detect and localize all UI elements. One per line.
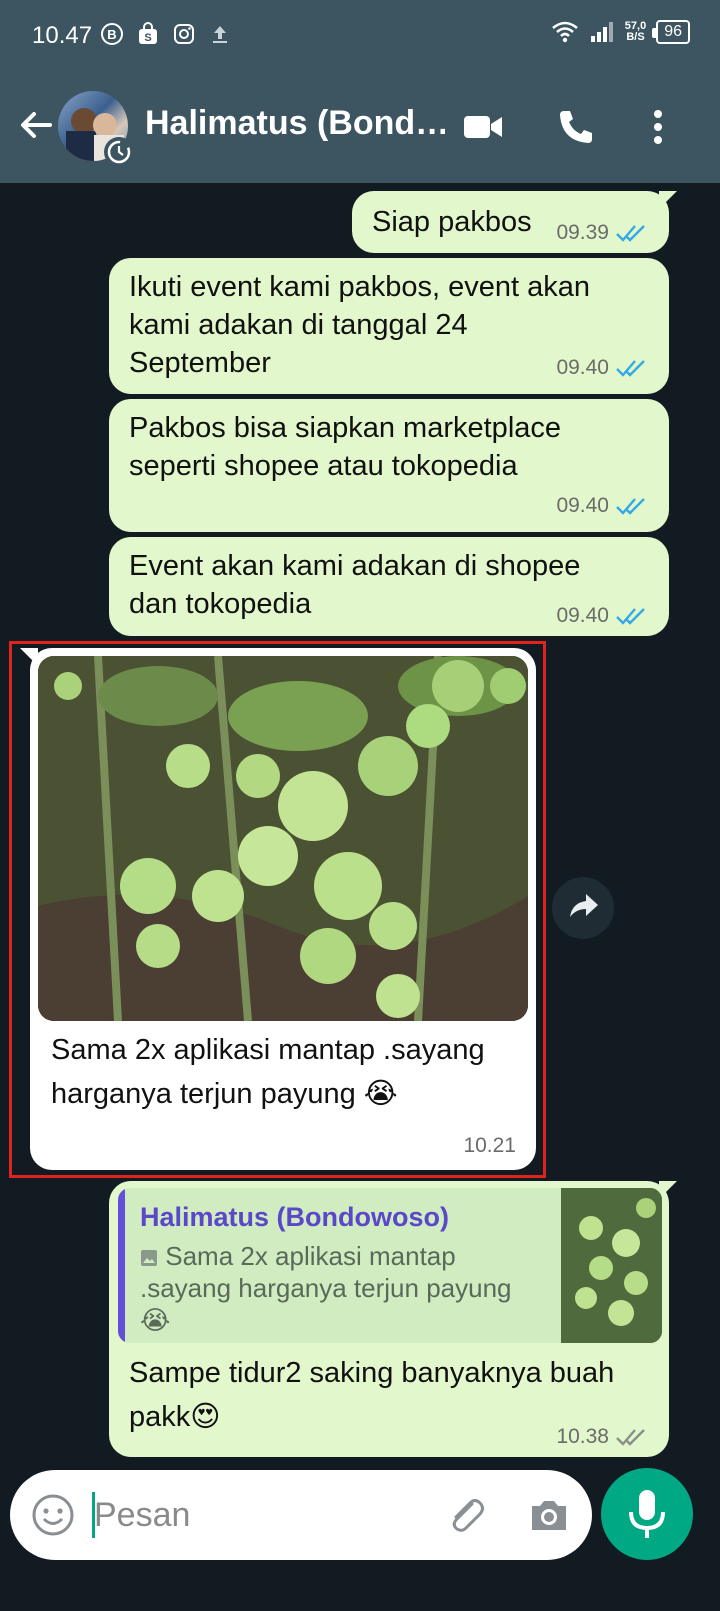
svg-text:B: B: [107, 27, 116, 42]
status-bar: 10.47 B S 57,0 B/S 96: [0, 0, 720, 75]
svg-text:S: S: [144, 32, 151, 44]
message-input-placeholder[interactable]: Pesan: [94, 1496, 190, 1535]
message-time: 09.40: [556, 604, 609, 627]
message-meta: 09.40: [556, 494, 649, 518]
message-meta: 09.40: [556, 604, 649, 628]
instagram-icon: [174, 24, 194, 44]
message-time: 09.40: [556, 356, 609, 379]
message-meta: 09.39: [556, 221, 649, 245]
bbm-icon: B: [101, 23, 123, 45]
quote-author: Halimatus (Bondowoso): [140, 1202, 449, 1232]
message-time: 10.38: [556, 1425, 609, 1448]
status-time: 10.47: [32, 22, 93, 49]
voice-record-button[interactable]: [601, 1468, 693, 1560]
forward-icon: [570, 894, 598, 917]
read-ticks-icon: [616, 225, 645, 242]
message-meta: 10.38: [556, 1425, 649, 1449]
timer-icon: [107, 140, 131, 164]
battery-indicator: 96: [652, 20, 690, 44]
bubble-tail: [659, 191, 677, 209]
signal-icon: [590, 22, 613, 42]
message-time: 09.40: [556, 494, 609, 517]
status-right: 57,0 B/S 96: [551, 20, 690, 44]
quote-text-body: Sama 2x aplikasi mantap .sayang harganya…: [140, 1241, 512, 1335]
message-meta: 09.40: [556, 356, 649, 380]
attach-icon[interactable]: [442, 1492, 488, 1538]
read-ticks-icon: [616, 360, 645, 377]
microphone-icon: [629, 1490, 665, 1538]
shopee-icon: S: [139, 22, 157, 44]
upload-icon: [213, 26, 227, 43]
network-speed-unit: B/S: [626, 31, 645, 43]
image-icon: [141, 1250, 157, 1266]
delivered-ticks-icon: [616, 1429, 645, 1446]
read-ticks-icon: [616, 608, 645, 625]
network-speed: 57,0 B/S: [625, 21, 646, 43]
video-call-icon[interactable]: [461, 105, 505, 149]
wifi-icon: [551, 21, 578, 43]
message-bubble-outgoing[interactable]: Event akan kami adakan di shopee dan tok…: [109, 537, 669, 636]
top-bar: 10.47 B S 57,0 B/S 96 Halimatus (Bond…: [0, 0, 720, 183]
quote-bar: [118, 1188, 125, 1343]
thumbnail-image: [561, 1188, 662, 1343]
message-bubble-outgoing[interactable]: Siap pakbos 09.39: [352, 191, 677, 253]
emoji-icon[interactable]: [30, 1492, 76, 1538]
message-bubble-outgoing[interactable]: Ikuti event kami pakbos, event akan kami…: [109, 258, 669, 394]
quoted-message[interactable]: Halimatus (Bondowoso) Sama 2x aplikasi m…: [118, 1188, 662, 1343]
back-arrow-icon[interactable]: [16, 105, 56, 145]
read-ticks-icon: [616, 498, 645, 515]
camera-icon[interactable]: [526, 1492, 572, 1538]
more-options-icon[interactable]: [636, 105, 680, 149]
message-text: Siap pakbos: [372, 206, 532, 238]
status-ring-badge: [104, 137, 134, 167]
message-text: Event akan kami adakan di shopee dan tok…: [129, 550, 581, 620]
message-input-bar[interactable]: Pesan: [10, 1470, 592, 1560]
forward-button[interactable]: [552, 877, 614, 939]
message-text: Ikuti event kami pakbos, event akan kami…: [129, 271, 591, 379]
chat-header: Halimatus (Bond…: [0, 75, 720, 183]
selection-highlight: [9, 641, 546, 1178]
quote-text: Sama 2x aplikasi mantap .sayang harganya…: [140, 1240, 540, 1336]
contact-name[interactable]: Halimatus (Bond…: [145, 104, 445, 143]
quote-thumbnail: [561, 1188, 662, 1343]
message-time: 09.39: [556, 221, 609, 244]
message-text: Pakbos bisa siapkan marketplace seperti …: [129, 412, 562, 482]
voice-call-icon[interactable]: [554, 105, 598, 149]
message-bubble-outgoing[interactable]: Pakbos bisa siapkan marketplace seperti …: [109, 399, 669, 532]
